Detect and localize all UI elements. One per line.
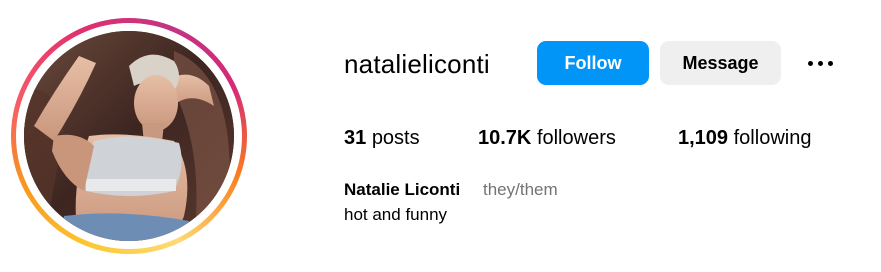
followers-number: 10.7K (478, 127, 532, 149)
posts-count: 31 posts (344, 125, 420, 151)
followers-link[interactable]: 10.7K followers (478, 125, 616, 151)
bio: hot and funny (344, 205, 448, 224)
following-number: 1,109 (678, 127, 729, 149)
story-ring[interactable] (11, 18, 247, 254)
following-link[interactable]: 1,109 following (678, 125, 811, 151)
more-dot (807, 60, 813, 66)
message-button[interactable]: Message (660, 41, 781, 85)
followers-label: followers (536, 127, 616, 149)
more-dot (827, 60, 833, 66)
username: natalieliconti (344, 49, 490, 79)
avatar-border (16, 23, 242, 249)
profile-photo (24, 31, 234, 241)
follow-button[interactable]: Follow (537, 41, 649, 85)
posts-number: 31 (344, 127, 367, 149)
more-dot (817, 60, 823, 66)
posts-label: posts (371, 127, 420, 149)
following-label: following (733, 127, 812, 149)
more-options-icon[interactable] (802, 50, 838, 76)
pronouns: they/them (483, 180, 558, 199)
display-name: Natalie Liconti (344, 180, 461, 199)
avatar[interactable] (24, 31, 234, 241)
